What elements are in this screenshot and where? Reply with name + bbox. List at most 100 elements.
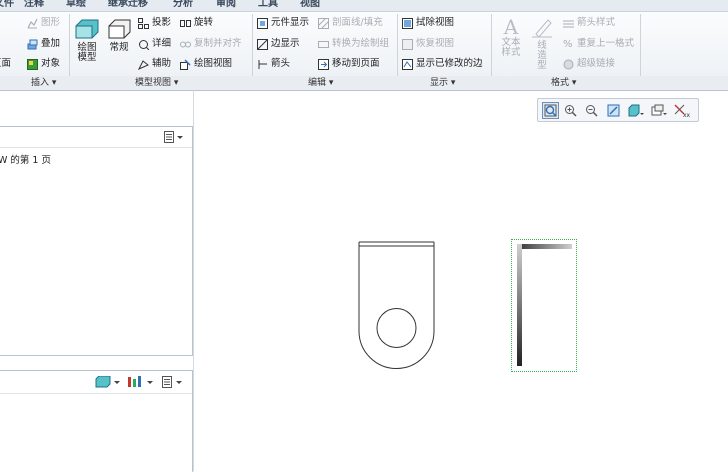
edge-display-icon <box>256 38 269 50</box>
projection-button[interactable]: 投影 <box>138 16 171 30</box>
general-view-button[interactable]: 常规 <box>105 18 133 53</box>
resume-view-button[interactable]: 恢复视图 <box>402 37 454 51</box>
tab-legacy-migration[interactable]: 继承迁移 <box>108 0 148 11</box>
layer-panel <box>0 370 193 472</box>
copy-align-label: 复制并对齐 <box>194 38 242 49</box>
text-style-icon: A <box>503 15 519 39</box>
front-view-drawing[interactable] <box>350 236 445 376</box>
tools-icon[interactable] <box>127 376 155 390</box>
hyperlink-icon <box>563 59 574 70</box>
resume-view-label: 恢复视图 <box>416 38 455 49</box>
line-style-icon <box>532 19 552 38</box>
group-label-format[interactable]: 格式 ▾ <box>551 76 576 90</box>
settings-list-icon[interactable] <box>162 376 188 390</box>
drawing-model-button[interactable]: 绘图模型 <box>73 18 101 63</box>
arrow-style-label: 箭头样式 <box>577 17 616 28</box>
auxiliary-button[interactable]: 辅助 <box>137 57 172 71</box>
drawing-view-label: 绘图视图 <box>194 58 233 69</box>
detailed-button[interactable]: 详细 <box>138 37 171 51</box>
overlay-button[interactable]: 叠加 <box>27 37 60 51</box>
erase-view-label: 拭除视图 <box>416 17 455 28</box>
convert-draft-group-label: 转换为绘制组 <box>332 38 390 49</box>
general-view-icon <box>108 19 131 39</box>
tab-sketch[interactable]: 草绘 <box>66 0 86 11</box>
sidebar-splitter[interactable] <box>193 90 194 471</box>
svg-text:xx: xx <box>683 112 691 118</box>
panel-divider <box>0 147 192 148</box>
show-modified-edges-label: 显示已修改的边 <box>416 58 483 69</box>
zoom-in-icon[interactable] <box>562 102 579 119</box>
detailed-label: 详细 <box>152 38 172 49</box>
model-tree-panel: W 的第 1 页 <box>0 126 193 356</box>
section-fill-button[interactable]: 剖面线/填充 <box>317 16 383 30</box>
repeat-last-format-icon: % <box>563 38 573 50</box>
selected-side-view[interactable] <box>511 239 577 372</box>
erase-view-icon <box>402 17 413 29</box>
projection-label: 投影 <box>152 17 172 28</box>
erase-view-button[interactable]: 拭除视图 <box>402 16 454 30</box>
tab-tools[interactable]: 工具 <box>258 0 278 11</box>
element-display-button[interactable]: 元件显示 <box>257 16 309 30</box>
panel-divider <box>0 393 192 394</box>
group-label-model-views[interactable]: 模型视图 ▾ <box>135 76 178 90</box>
repeat-last-format-button[interactable]: % 重复上一格式 <box>563 37 634 51</box>
repeat-last-format-label: 重复上一格式 <box>577 38 635 49</box>
page-label: 页面 <box>0 58 12 69</box>
tab-file[interactable]: 文件 <box>0 0 14 11</box>
general-view-label: 常规 <box>109 42 129 53</box>
zoom-out-icon[interactable] <box>583 102 600 119</box>
saved-views-icon[interactable] <box>649 102 667 119</box>
page-item[interactable]: W 的第 1 页 <box>0 152 51 166</box>
auxiliary-label: 辅助 <box>152 58 172 69</box>
tree-options-icon[interactable] <box>164 131 184 145</box>
repaint-icon[interactable] <box>605 102 622 119</box>
tab-analysis[interactable]: 分析 <box>173 0 193 11</box>
move-to-page-icon <box>318 58 329 70</box>
drawing-view-button[interactable]: 绘图视图 <box>180 57 232 71</box>
tab-view[interactable]: 视图 <box>300 0 320 11</box>
object-label: 对象 <box>41 58 61 69</box>
drawing-model-icon <box>75 19 99 39</box>
edge-display-label: 边显示 <box>271 38 300 49</box>
group-label-display[interactable]: 显示 ▾ <box>430 76 455 90</box>
arrow-icon <box>257 59 268 70</box>
element-display-icon <box>257 17 268 29</box>
group-label-edit[interactable]: 编辑 ▾ <box>308 76 333 90</box>
graphics-icon <box>27 18 38 29</box>
drawing-model-label: 绘图模型 <box>77 42 97 63</box>
graphics-label: 图形 <box>41 17 61 28</box>
element-display-label: 元件显示 <box>271 17 310 28</box>
section-fill-label: 剖面线/填充 <box>332 17 383 28</box>
line-style-label: 线造型 <box>537 40 547 71</box>
object-button[interactable]: 对象 <box>27 57 60 71</box>
arrow-style-button[interactable]: 箭头样式 <box>563 16 615 30</box>
page-button[interactable]: 页面 <box>0 57 11 71</box>
side-view-drawing <box>517 244 572 366</box>
convert-draft-group-button[interactable]: 转换为绘制组 <box>318 37 389 51</box>
rotate-button[interactable]: 旋转 <box>180 16 213 30</box>
overlay-icon <box>27 39 38 50</box>
move-to-page-button[interactable]: 移动到页面 <box>318 57 380 71</box>
datum-display-icon[interactable]: xx <box>672 102 691 119</box>
overlay-label: 叠加 <box>41 38 61 49</box>
layer-view-icon[interactable] <box>95 375 121 390</box>
text-style-button[interactable]: A 文本样式 <box>497 16 525 58</box>
arrow-button[interactable]: 箭头 <box>257 57 290 71</box>
convert-draft-group-icon <box>318 39 329 50</box>
edge-display-button[interactable]: 边显示 <box>256 37 300 51</box>
ribbon-tab-strip: 文件 注释 草绘 继承迁移 分析 审阅 工具 视图 <box>0 0 728 12</box>
hyperlink-button[interactable]: 超级链接 <box>563 57 615 71</box>
copy-align-button[interactable]: 复制并对齐 <box>180 37 242 51</box>
group-label-insert[interactable]: 插入 ▾ <box>31 76 56 90</box>
graphics-button[interactable]: 图形 <box>27 16 60 30</box>
display-style-icon[interactable] <box>626 102 644 119</box>
move-to-page-label: 移动到页面 <box>332 58 380 69</box>
show-modified-edges-button[interactable]: 显示已修改的边 <box>402 57 483 71</box>
tab-annotate[interactable]: 注释 <box>24 0 44 11</box>
detailed-icon <box>138 39 150 50</box>
tab-review[interactable]: 审阅 <box>216 0 236 11</box>
zoom-fit-icon[interactable] <box>542 102 559 119</box>
object-icon <box>27 58 38 70</box>
line-style-button[interactable]: 线造型 <box>528 16 556 71</box>
projection-icon <box>138 17 149 29</box>
